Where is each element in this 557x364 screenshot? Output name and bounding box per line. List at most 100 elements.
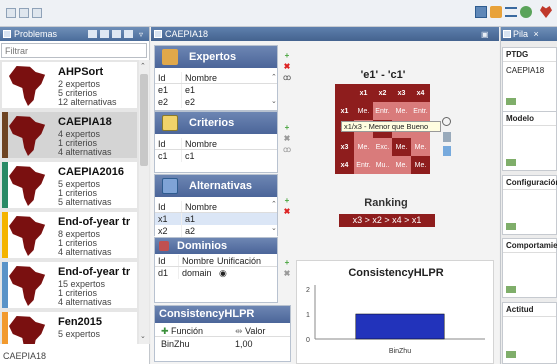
add-criterion-icon[interactable]: +: [283, 124, 291, 132]
domains-header-row: Id Nombre Unificación: [155, 255, 277, 267]
table-row[interactable]: d1 domain ◉: [155, 267, 277, 279]
matrix-cell[interactable]: Exc.: [373, 138, 392, 156]
scroll-up-icon[interactable]: ⌃: [271, 200, 277, 208]
experts-col-id: Id: [155, 72, 182, 83]
menu-icon[interactable]: [505, 7, 517, 17]
domains-actions: + ✖: [283, 259, 293, 281]
alternatives-actions: + ✖: [283, 197, 293, 219]
scrollbar-thumb[interactable]: [140, 74, 148, 166]
problem-list-scrollbar[interactable]: ⌃ ⌄: [139, 60, 149, 344]
matrix-cell[interactable]: Me.: [392, 138, 411, 156]
scroll-up-icon[interactable]: ⌃: [271, 73, 277, 81]
list-item[interactable]: End-of-year tr 15 expertos 1 criterios 4 al…: [2, 262, 137, 308]
table-row[interactable]: x1 a1: [155, 213, 277, 225]
clipboard-icon[interactable]: [443, 132, 451, 142]
domains-icon: [159, 241, 169, 251]
matrix-cell[interactable]: Entr.: [411, 102, 430, 120]
add-domain-icon[interactable]: +: [283, 259, 291, 267]
matrix-cell[interactable]: Entr.: [354, 156, 373, 174]
group-criterion-icon[interactable]: ꝏ: [283, 146, 291, 154]
view-menu-icon[interactable]: ▿: [139, 28, 143, 42]
problem-name: Fen2015: [58, 316, 103, 328]
list-item[interactable]: CAEPIA18 4 expertos 1 criterios 4 alternati…: [2, 112, 137, 158]
heart-icon[interactable]: [540, 6, 552, 18]
expert-id: e1: [155, 84, 182, 96]
chart-svg: 2 1 0 BinZhu: [306, 285, 485, 355]
pila-section-title: Configuración: [503, 176, 557, 190]
scroll-down-icon[interactable]: ⌄: [271, 97, 277, 105]
undo-icon[interactable]: [19, 8, 29, 18]
remove-criterion-icon[interactable]: ✖: [283, 135, 291, 143]
redo-icon[interactable]: [32, 8, 42, 18]
export-icon[interactable]: [112, 30, 121, 38]
pila-nav-icon[interactable]: [506, 159, 516, 166]
save-icon[interactable]: [6, 8, 16, 18]
scroll-down-icon[interactable]: ⌄: [140, 332, 146, 340]
list-item[interactable]: AHPSort 2 expertos 5 criterios 12 alternati…: [2, 62, 137, 108]
list-icon[interactable]: [520, 6, 532, 18]
value-icon: ⇹: [235, 326, 246, 336]
experts-icon: [162, 49, 178, 65]
experts-actions: + ✖ ꝏ: [283, 52, 293, 85]
matrix-cell[interactable]: Me.: [411, 156, 430, 174]
problems-title: Problemas: [14, 29, 58, 39]
alternatives-col-id: Id: [155, 201, 182, 212]
expert-id: e2: [155, 96, 182, 108]
add-alternative-icon[interactable]: +: [283, 197, 291, 205]
pila-nav-icon[interactable]: [506, 286, 516, 293]
list-item[interactable]: Fen2015 5 expertos: [2, 312, 137, 344]
problem-detail: 4 alternativas: [58, 297, 112, 307]
matrix-column-header: x3: [392, 84, 411, 102]
problem-detail: 12 alternativas: [58, 97, 117, 107]
alternative-name: a1: [185, 214, 196, 224]
problems-panel: Problemas ▿ AHPSort2 expertos5 criterios…: [0, 27, 150, 364]
editor-tab[interactable]: CAEPIA18 ▣: [151, 27, 499, 41]
matrix-cell[interactable]: Me.: [392, 156, 411, 174]
filter-input[interactable]: [1, 43, 147, 58]
matrix-cell[interactable]: Me.: [392, 102, 411, 120]
africa-map-icon: [9, 216, 46, 256]
matrix-cell[interactable]: Me.: [354, 102, 373, 120]
matrix-cell[interactable]: Me.: [354, 138, 373, 156]
remove-alternative-icon[interactable]: ✖: [283, 208, 291, 216]
pila-tab[interactable]: Pila ×: [501, 27, 557, 41]
table-row[interactable]: e2 e2: [155, 96, 277, 108]
tools-icon[interactable]: [490, 6, 502, 18]
document-icon[interactable]: [443, 146, 451, 156]
table-row[interactable]: x2 a2: [155, 225, 277, 237]
domain-id: d1: [155, 267, 179, 279]
pila-icon: [503, 30, 511, 38]
pila-nav-icon[interactable]: [506, 98, 516, 105]
matrix-cell[interactable]: Me.: [411, 138, 430, 156]
table-row[interactable]: e1 e1: [155, 84, 277, 96]
scroll-down-icon[interactable]: ⌄: [271, 224, 277, 232]
list-item[interactable]: CAEPIA2016 5 expertos 1 criterios 5 alterna…: [2, 162, 137, 208]
remove-domain-icon[interactable]: ✖: [283, 270, 291, 278]
problem-name: AHPSort: [58, 66, 104, 78]
maximize-icon[interactable]: ▣: [481, 28, 489, 42]
matrix-cell[interactable]: Mu..: [373, 156, 392, 174]
remove-expert-icon[interactable]: ✖: [283, 63, 291, 71]
close-icon[interactable]: ×: [534, 29, 539, 39]
pila-section: Actitud: [502, 302, 557, 364]
perspective-icon[interactable]: [475, 6, 487, 18]
unification-radio[interactable]: ◉: [217, 267, 277, 279]
import-icon[interactable]: [100, 30, 109, 38]
delete-problem-icon[interactable]: [124, 30, 133, 38]
pila-nav-icon[interactable]: [506, 351, 516, 358]
new-problem-icon[interactable]: [88, 30, 97, 38]
domains-col-unification: Unificación: [217, 256, 262, 266]
matrix-cell[interactable]: Entr.: [373, 102, 392, 120]
pila-nav-icon[interactable]: [506, 223, 516, 230]
group-expert-icon[interactable]: ꝏ: [283, 74, 291, 82]
matrix-tooltip: x1/x3 - Menor que Bueno: [341, 121, 441, 132]
settings-icon[interactable]: [442, 117, 451, 126]
list-item[interactable]: End-of-year tr 8 expertos 1 criterios 4 alt…: [2, 212, 137, 258]
scroll-up-icon[interactable]: ⌃: [140, 62, 146, 70]
table-row[interactable]: BinZhu 1,00: [155, 337, 290, 351]
add-expert-icon[interactable]: +: [283, 52, 291, 60]
problem-list: AHPSort 2 expertos 5 criterios 12 alternati…: [0, 60, 150, 344]
table-row[interactable]: c1 c1: [155, 150, 277, 162]
matrix-corner: [335, 84, 354, 102]
criteria-col-id: Id: [155, 138, 182, 149]
